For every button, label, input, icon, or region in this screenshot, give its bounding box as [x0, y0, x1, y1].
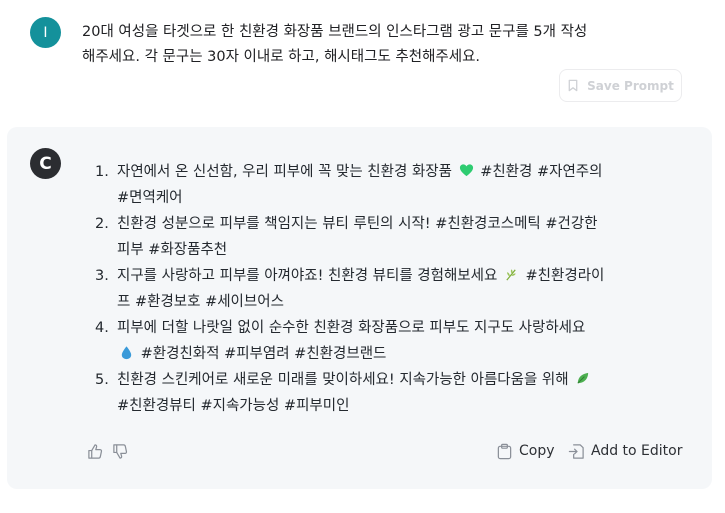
- list-item-number: 3.: [95, 268, 109, 284]
- add-to-editor-label: Add to Editor: [591, 443, 683, 459]
- list-item-number: 1.: [95, 164, 109, 180]
- list-item-tags: #친환경뷰티 #지속가능성 #피부미인: [117, 398, 350, 414]
- copy-label: Copy: [519, 443, 555, 459]
- list-item-text: 지구를 사랑하고 피부를 아껴야죠! 친환경 뷰티를 경험해보세요: [117, 268, 498, 284]
- leaf-icon: [575, 371, 590, 386]
- list-item: 3. 지구를 사랑하고 피부를 아껴야죠! 친환경 뷰티를 경험해보세요 #친환…: [95, 263, 695, 315]
- save-prompt-label: Save Prompt: [587, 78, 674, 93]
- assistant-avatar: C: [30, 148, 61, 179]
- thumbs-up-icon[interactable]: [87, 443, 104, 460]
- thumbs-down-icon[interactable]: [112, 443, 129, 460]
- chat-page: I 20대 여성을 타겟으로 한 친환경 화장품 브랜드의 인스타그램 광고 문…: [0, 0, 725, 513]
- save-prompt-button[interactable]: Save Prompt: [559, 69, 682, 102]
- list-item-text: 자연에서 온 신선함, 우리 피부에 꼭 맞는 친환경 화장품: [117, 164, 452, 180]
- feedback-controls: [87, 443, 129, 460]
- add-to-editor-button[interactable]: Add to Editor: [568, 440, 683, 462]
- list-item: 2. 친환경 성분으로 피부를 책임지는 뷰티 루틴의 시작! #친환경코스메틱…: [95, 211, 695, 263]
- assistant-answer-card: C 1. 자연에서 온 신선함, 우리 피부에 꼭 맞는 친환경 화장품 #친환…: [7, 127, 712, 489]
- list-item-tags: #친환경라이: [525, 268, 605, 284]
- list-item-tags: #환경친화적 #피부염려 #친환경브랜드: [140, 346, 387, 362]
- user-message-line: 해주세요. 각 문구는 30자 이내로 하고, 해시태그도 추천해주세요.: [82, 49, 481, 65]
- list-item-text: 친환경 스킨케어로 새로운 미래를 맞이하세요! 지속가능한 아름다움을 위해: [117, 372, 569, 388]
- list-item-tags: 프 #환경보호 #세이브어스: [117, 294, 284, 310]
- assistant-avatar-initial: C: [39, 153, 52, 174]
- user-avatar: I: [30, 17, 61, 48]
- clipboard-icon: [497, 443, 512, 459]
- green-heart-icon: [459, 163, 474, 178]
- herb-icon: [504, 267, 519, 282]
- list-item-number: 5.: [95, 372, 109, 388]
- list-item-text: 피부에 더할 나랏일 없이 순수한 친환경 화장품으로 피부도 지구도 사랑하세…: [117, 320, 586, 336]
- bookmark-icon: [568, 79, 578, 92]
- user-message-line: 20대 여성을 타겟으로 한 친환경 화장품 브랜드의 인스타그램 광고 문구를…: [82, 24, 588, 40]
- list-item-tags: #친환경 #자연주의: [480, 164, 603, 180]
- user-avatar-initial: I: [43, 24, 48, 41]
- list-item: 1. 자연에서 온 신선함, 우리 피부에 꼭 맞는 친환경 화장품 #친환경 …: [95, 159, 695, 211]
- list-item-number: 2.: [95, 216, 109, 232]
- copy-button[interactable]: Copy: [496, 440, 555, 462]
- list-item: 4. 피부에 더할 나랏일 없이 순수한 친환경 화장품으로 피부도 지구도 사…: [95, 315, 695, 367]
- user-message-text: 20대 여성을 타겟으로 한 친환경 화장품 브랜드의 인스타그램 광고 문구를…: [82, 20, 682, 70]
- list-item-tags: #면역케어: [117, 190, 183, 206]
- list-item-number: 4.: [95, 320, 109, 336]
- list-item-text: 피부 #화장품추천: [117, 242, 228, 258]
- list-item: 5. 친환경 스킨케어로 새로운 미래를 맞이하세요! 지속가능한 아름다움을 …: [95, 367, 695, 419]
- list-item-text: 친환경 성분으로 피부를 책임지는 뷰티 루틴의 시작! #친환경코스메틱 #건…: [117, 216, 598, 232]
- droplet-icon: [119, 345, 134, 360]
- insert-document-icon: [568, 443, 584, 459]
- answer-list: 1. 자연에서 온 신선함, 우리 피부에 꼭 맞는 친환경 화장품 #친환경 …: [95, 159, 695, 419]
